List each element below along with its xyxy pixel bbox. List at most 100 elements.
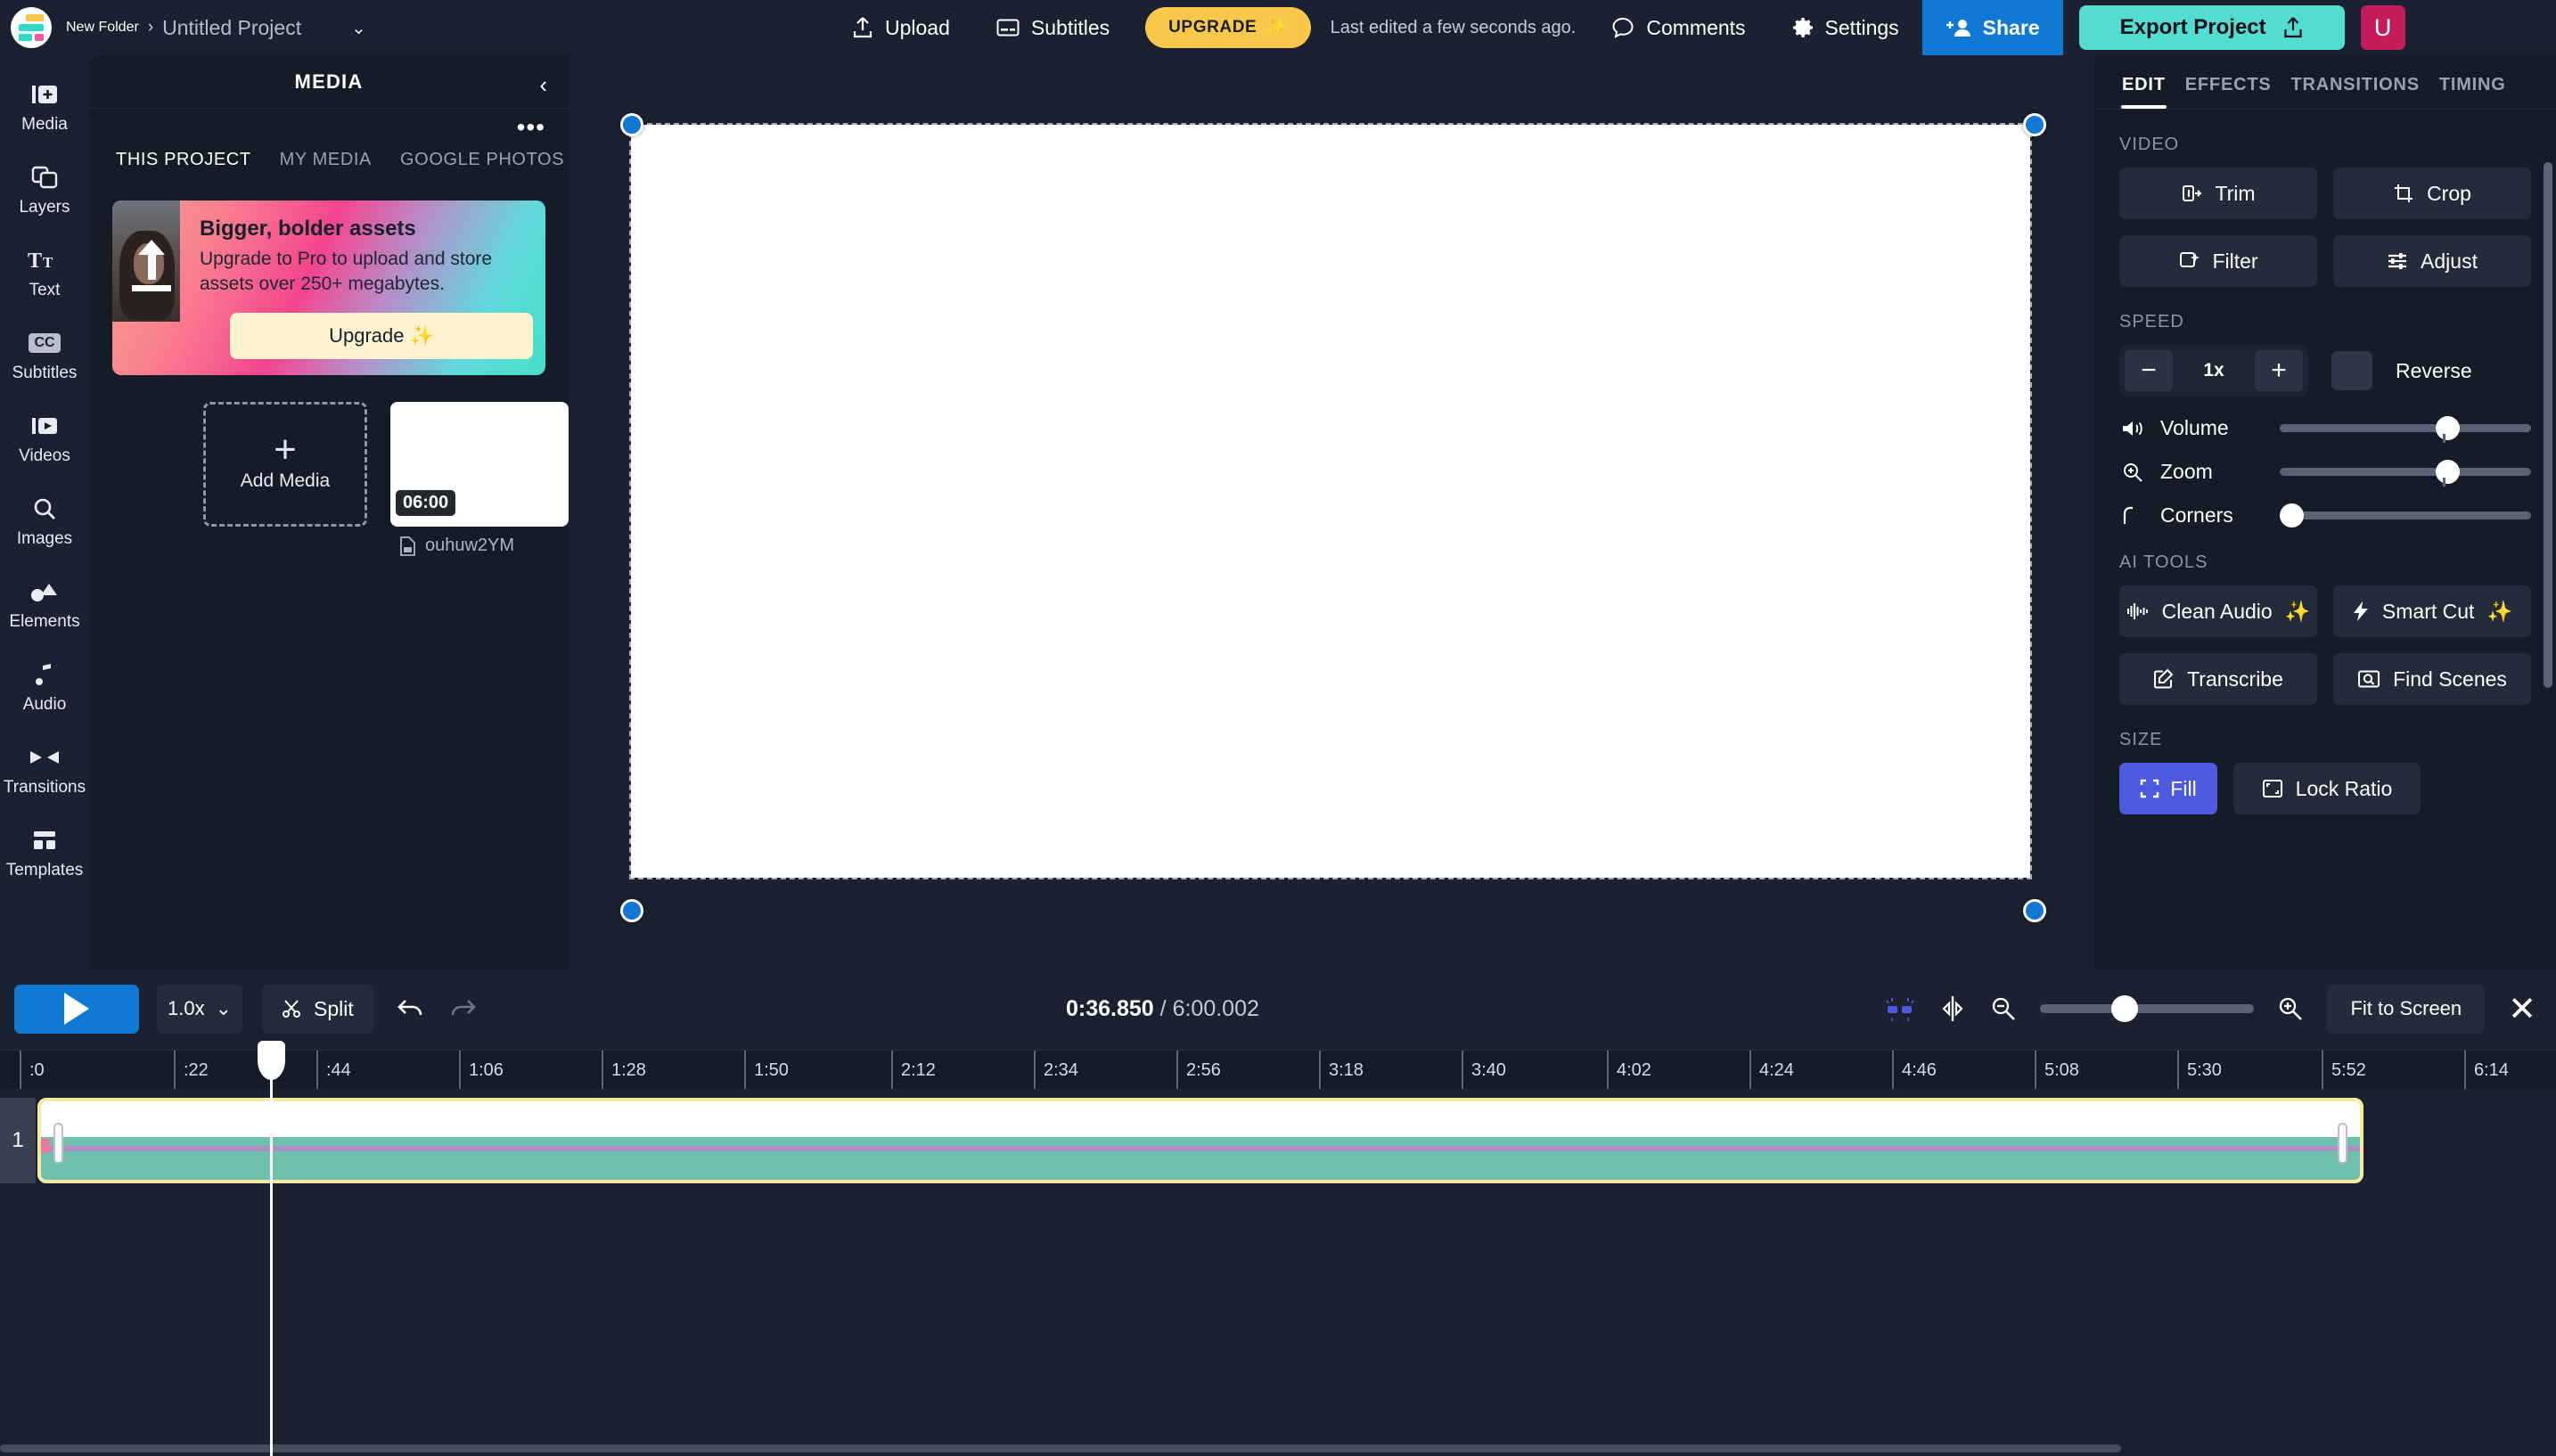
zoom-out-icon[interactable] — [1990, 995, 2017, 1022]
tab-my-media[interactable]: MY MEDIA — [280, 150, 372, 170]
timeline-horizontal-scrollbar[interactable] — [0, 1444, 2121, 1452]
magnet-snap-icon[interactable] — [1885, 995, 1915, 1022]
tab-effects[interactable]: EFFECTS — [2175, 75, 2282, 109]
promo-upgrade-label: Upgrade — [329, 324, 405, 347]
speed-row: − 1x + Reverse — [2119, 345, 2531, 397]
crop-button[interactable]: Crop — [2333, 168, 2531, 219]
playhead-handle[interactable] — [258, 1041, 285, 1080]
settings-button[interactable]: Settings — [1769, 0, 1922, 55]
clip-trim-handle-right[interactable] — [2338, 1123, 2347, 1164]
fill-button[interactable]: Fill — [2119, 763, 2217, 814]
playback-rate-button[interactable]: 1.0x ⌄ — [157, 984, 242, 1034]
subtitles-button[interactable]: Subtitles — [973, 0, 1133, 55]
upload-icon — [852, 16, 873, 39]
playhead[interactable] — [258, 1041, 285, 1456]
chevron-down-icon[interactable]: ⌄ — [351, 17, 366, 39]
resize-handle-bottom-right[interactable] — [2023, 899, 2046, 922]
volume-slider[interactable] — [2280, 416, 2531, 443]
sidebar-item-images[interactable]: Images — [0, 480, 89, 563]
breadcrumb-folder[interactable]: New Folder — [66, 20, 139, 36]
left-sidebar-rail: Media Layers TT Text CC Subtitles Videos — [0, 55, 89, 969]
sidebar-item-videos[interactable]: Videos — [0, 397, 89, 480]
tab-timing[interactable]: TIMING — [2429, 75, 2516, 109]
media-panel-header: MEDIA ‹ — [89, 55, 569, 109]
tab-this-project[interactable]: THIS PROJECT — [116, 150, 251, 170]
timeline-clip[interactable] — [37, 1098, 2363, 1183]
timeline-ruler[interactable]: :0 :22 :44 1:06 1:28 1:50 2:12 2:34 2:56… — [0, 1050, 2556, 1090]
upload-button[interactable]: Upload — [829, 0, 973, 55]
speed-increase-button[interactable]: + — [2255, 350, 2303, 391]
upgrade-button[interactable]: UPGRADE ✨ — [1145, 7, 1311, 48]
gear-icon — [1792, 17, 1814, 38]
breadcrumb-project[interactable]: Untitled Project — [162, 16, 301, 40]
find-scenes-button[interactable]: Find Scenes — [2333, 653, 2531, 705]
fit-to-screen-button[interactable]: Fit to Screen — [2327, 984, 2486, 1034]
corners-icon — [2119, 505, 2146, 527]
sidebar-item-audio[interactable]: Audio — [0, 646, 89, 729]
resize-handle-top-left[interactable] — [620, 113, 643, 136]
trim-button[interactable]: Trim — [2119, 168, 2317, 219]
reverse-label: Reverse — [2396, 358, 2472, 382]
export-project-button[interactable]: Export Project — [2078, 5, 2345, 50]
split-view-icon[interactable] — [1938, 994, 1967, 1023]
timeline-right-controls: Fit to Screen ✕ — [1885, 984, 2542, 1034]
add-media-button[interactable]: + Add Media — [203, 402, 367, 527]
app-logo-icon[interactable] — [11, 7, 52, 48]
corners-slider[interactable] — [2280, 503, 2531, 528]
video-canvas[interactable] — [629, 123, 2032, 879]
promo-upgrade-button[interactable]: Upgrade ✨ — [230, 313, 533, 359]
export-share-icon — [2282, 16, 2304, 39]
sidebar-item-layers[interactable]: Layers — [0, 149, 89, 232]
speed-decrease-button[interactable]: − — [2125, 350, 2173, 391]
play-button[interactable] — [14, 984, 139, 1034]
ruler-tick: 3:18 — [1319, 1051, 1364, 1090]
sidebar-item-text[interactable]: TT Text — [0, 232, 89, 315]
share-button[interactable]: Share — [1921, 0, 2063, 55]
collapse-panel-icon[interactable]: ‹ — [539, 71, 547, 99]
resize-handle-bottom-left[interactable] — [620, 899, 643, 922]
panel-more-options-icon[interactable]: ••• — [89, 109, 569, 140]
filter-button[interactable]: Filter — [2119, 235, 2317, 287]
smart-cut-button[interactable]: Smart Cut ✨ — [2333, 585, 2531, 637]
upgrade-label: UPGRADE — [1168, 18, 1258, 37]
ruler-tick: 1:50 — [744, 1051, 789, 1090]
speed-value: 1x — [2203, 360, 2224, 380]
properties-tabs: EDIT EFFECTS TRANSITIONS TIMING — [2094, 55, 2556, 110]
adjust-label: Adjust — [2421, 249, 2478, 273]
redo-button[interactable] — [448, 997, 477, 1020]
zoom-slider[interactable] — [2280, 460, 2531, 487]
properties-scrollbar[interactable] — [2544, 162, 2552, 688]
transcribe-label: Transcribe — [2187, 667, 2283, 691]
close-timeline-icon[interactable]: ✕ — [2508, 989, 2536, 1029]
ruler-tick: :0 — [20, 1051, 45, 1090]
comments-button[interactable]: Comments — [1588, 0, 1768, 55]
tab-transitions[interactable]: TRANSITIONS — [2281, 75, 2429, 109]
ruler-tick: 2:34 — [1034, 1051, 1078, 1090]
sidebar-item-templates[interactable]: Templates — [0, 812, 89, 895]
tab-edit[interactable]: EDIT — [2112, 75, 2175, 109]
lock-ratio-button[interactable]: Lock Ratio — [2233, 763, 2421, 814]
tab-google-photos[interactable]: GOOGLE PHOTOS — [400, 150, 564, 170]
clean-audio-button[interactable]: Clean Audio ✨ — [2119, 585, 2317, 637]
clip-trim-handle-left[interactable] — [53, 1123, 63, 1164]
zoom-in-icon[interactable] — [2277, 995, 2304, 1022]
adjust-button[interactable]: Adjust — [2333, 235, 2531, 287]
bolt-icon — [2352, 601, 2370, 622]
timeline-zoom-slider[interactable] — [2040, 995, 2255, 1022]
transcribe-button[interactable]: Transcribe — [2119, 653, 2317, 705]
undo-button[interactable] — [397, 997, 425, 1020]
trim-icon — [2181, 183, 2202, 204]
media-asset-item[interactable]: 06:00 ouhuw2YM — [390, 402, 569, 556]
sidebar-item-transitions[interactable]: Transitions — [0, 729, 89, 812]
svg-text:T: T — [43, 254, 53, 271]
upgrade-promo-card[interactable]: Bigger, bolder assets Upgrade to Pro to … — [112, 200, 545, 375]
sidebar-item-subtitles[interactable]: CC Subtitles — [0, 315, 89, 397]
split-button[interactable]: Split — [262, 984, 373, 1034]
reverse-checkbox[interactable] — [2331, 351, 2372, 390]
user-avatar[interactable]: U — [2360, 5, 2405, 50]
sidebar-item-elements[interactable]: Elements — [0, 563, 89, 646]
total-time: 6:00.002 — [1172, 995, 1259, 1021]
media-thumbnail[interactable]: 06:00 — [390, 402, 569, 527]
resize-handle-top-right[interactable] — [2023, 113, 2046, 136]
sidebar-item-media[interactable]: Media — [0, 66, 89, 149]
